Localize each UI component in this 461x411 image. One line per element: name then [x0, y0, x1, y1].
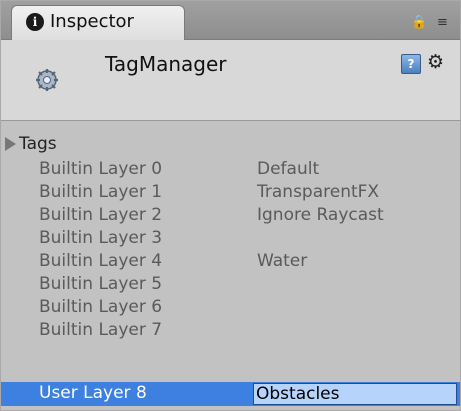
layer-row[interactable]: Builtin Layer 5: [1, 273, 460, 297]
settings-gear-icon[interactable]: ⚙: [427, 52, 444, 72]
layer-name: Builtin Layer 0: [39, 159, 163, 179]
layer-name: Builtin Layer 4: [39, 251, 163, 271]
layer-row[interactable]: Builtin Layer 1 TransparentFX: [1, 181, 460, 205]
help-icon[interactable]: ?: [401, 54, 421, 74]
layer-row[interactable]: Builtin Layer 6: [1, 296, 460, 320]
layer-row[interactable]: Builtin Layer 0 Default: [1, 158, 460, 182]
tab-label: Inspector: [50, 11, 134, 32]
tab-bar: i Inspector 🔒 ≡: [1, 1, 460, 40]
layer-row-selected[interactable]: User Layer 8: [1, 382, 460, 406]
layer-name: Builtin Layer 2: [39, 205, 163, 225]
layer-value[interactable]: Default: [257, 159, 319, 179]
layer-name: User Layer 8: [39, 383, 147, 403]
layer-row[interactable]: Builtin Layer 2 Ignore Raycast: [1, 204, 460, 228]
layer-row[interactable]: Builtin Layer 3: [1, 227, 460, 251]
tags-label: Tags: [19, 134, 57, 154]
tab-inspector[interactable]: i Inspector: [11, 5, 185, 40]
layer-name: Builtin Layer 1: [39, 182, 163, 202]
layer-row[interactable]: Builtin Layer 4 Water: [1, 250, 460, 274]
layer-name: Builtin Layer 5: [39, 274, 163, 294]
menu-icon[interactable]: ≡: [437, 15, 448, 30]
layer-name: Builtin Layer 7: [39, 320, 163, 340]
component-header: TagManager ? ⚙: [1, 40, 460, 121]
layer-value[interactable]: Ignore Raycast: [257, 205, 384, 225]
layer-name: Builtin Layer 6: [39, 297, 163, 317]
foldout-arrow-icon[interactable]: [5, 137, 16, 151]
layer-name-input[interactable]: [253, 383, 457, 405]
inspector-window: i Inspector 🔒 ≡ TagManager ? ⚙ Tags Buil…: [0, 0, 461, 411]
layer-value[interactable]: Water: [257, 251, 307, 271]
layer-value[interactable]: TransparentFX: [257, 182, 379, 202]
layer-name: Builtin Layer 3: [39, 228, 163, 248]
layer-row[interactable]: Builtin Layer 7: [1, 319, 460, 343]
info-icon: i: [26, 13, 44, 31]
tags-foldout[interactable]: Tags: [1, 133, 460, 157]
lock-icon[interactable]: 🔒: [411, 15, 427, 30]
gear-icon: [35, 68, 59, 92]
component-title: TagManager: [105, 52, 227, 76]
tag-layer-list: Tags Builtin Layer 0 Default Builtin Lay…: [1, 121, 460, 410]
